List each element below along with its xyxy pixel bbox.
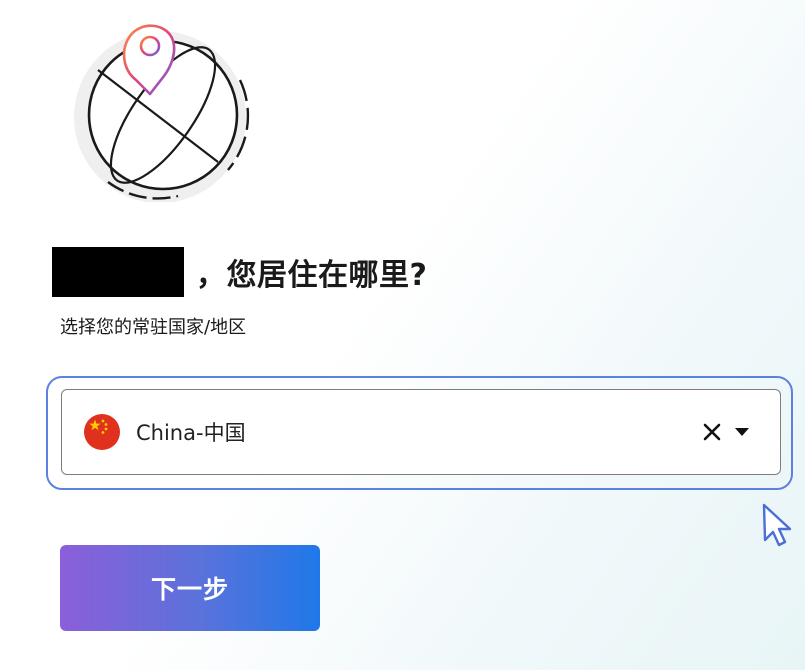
select-value: China-中国 xyxy=(136,421,246,445)
china-flag-icon xyxy=(84,414,120,450)
pointer-cursor-icon xyxy=(762,503,792,547)
close-icon[interactable] xyxy=(702,422,722,442)
page-subtitle: 选择您的常驻国家/地区 xyxy=(60,317,247,338)
redacted-name xyxy=(52,247,184,297)
next-button[interactable]: 下一步 xyxy=(60,545,320,631)
globe-location-icon xyxy=(74,24,250,202)
country-select[interactable]: China-中国 xyxy=(61,389,781,475)
title-text: ，您居住在哪里? xyxy=(196,258,428,293)
page-title: ，您居住在哪里? xyxy=(52,246,427,298)
caret-down-icon[interactable] xyxy=(734,427,750,437)
